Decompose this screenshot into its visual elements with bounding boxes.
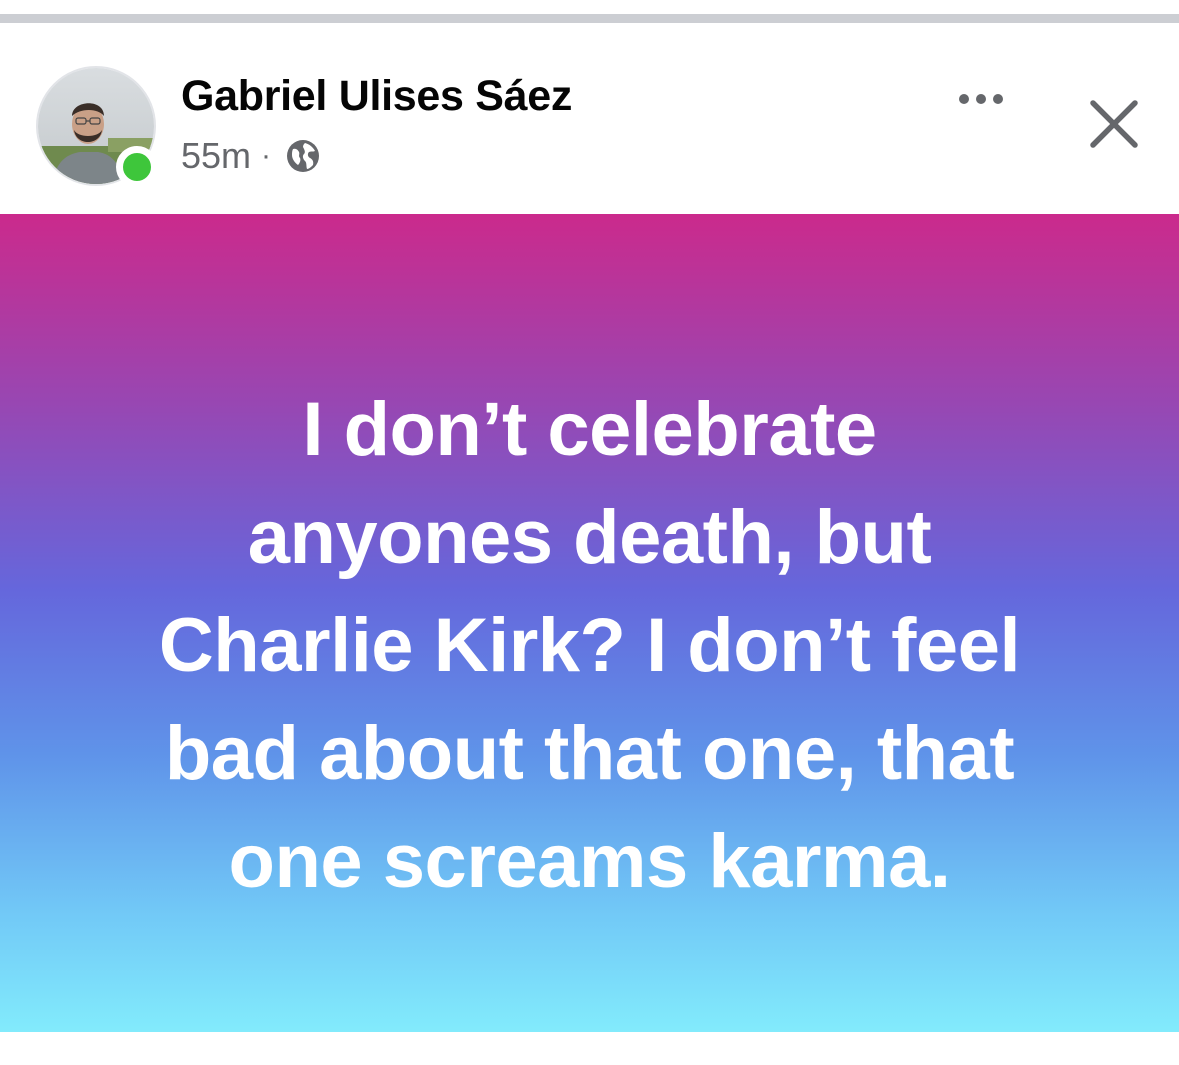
more-dot [976, 94, 986, 104]
more-dot [959, 94, 969, 104]
more-dot [993, 94, 1003, 104]
post-text: I don’t celebrate anyones death, but Cha… [40, 376, 1139, 916]
post-text-line: bad about that one, that [164, 711, 1015, 796]
post-text-line: Charlie Kirk? I don’t feel [158, 603, 1021, 688]
close-icon[interactable] [1084, 94, 1144, 154]
post-background-card[interactable]: I don’t celebrate anyones death, but Cha… [0, 214, 1179, 1032]
post-text-line: anyones death, but [247, 495, 932, 580]
divider-bar [0, 14, 1179, 23]
author-name[interactable]: Gabriel Ulises Sáez [181, 72, 572, 121]
author-avatar-container[interactable] [36, 66, 158, 188]
feed-divider [0, 0, 1179, 28]
online-status-indicator [116, 146, 158, 188]
post-footer-area [0, 1032, 1179, 1065]
post-text-line: I don’t celebrate [302, 387, 877, 472]
globe-icon[interactable] [285, 138, 321, 174]
post-header: Gabriel Ulises Sáez 55m · [0, 28, 1179, 214]
post-text-line: one screams karma. [228, 819, 951, 904]
post-meta: 55m · [181, 134, 321, 178]
meta-separator: · [261, 139, 272, 172]
more-options-icon[interactable] [948, 84, 1014, 114]
post-timestamp[interactable]: 55m [181, 135, 251, 177]
